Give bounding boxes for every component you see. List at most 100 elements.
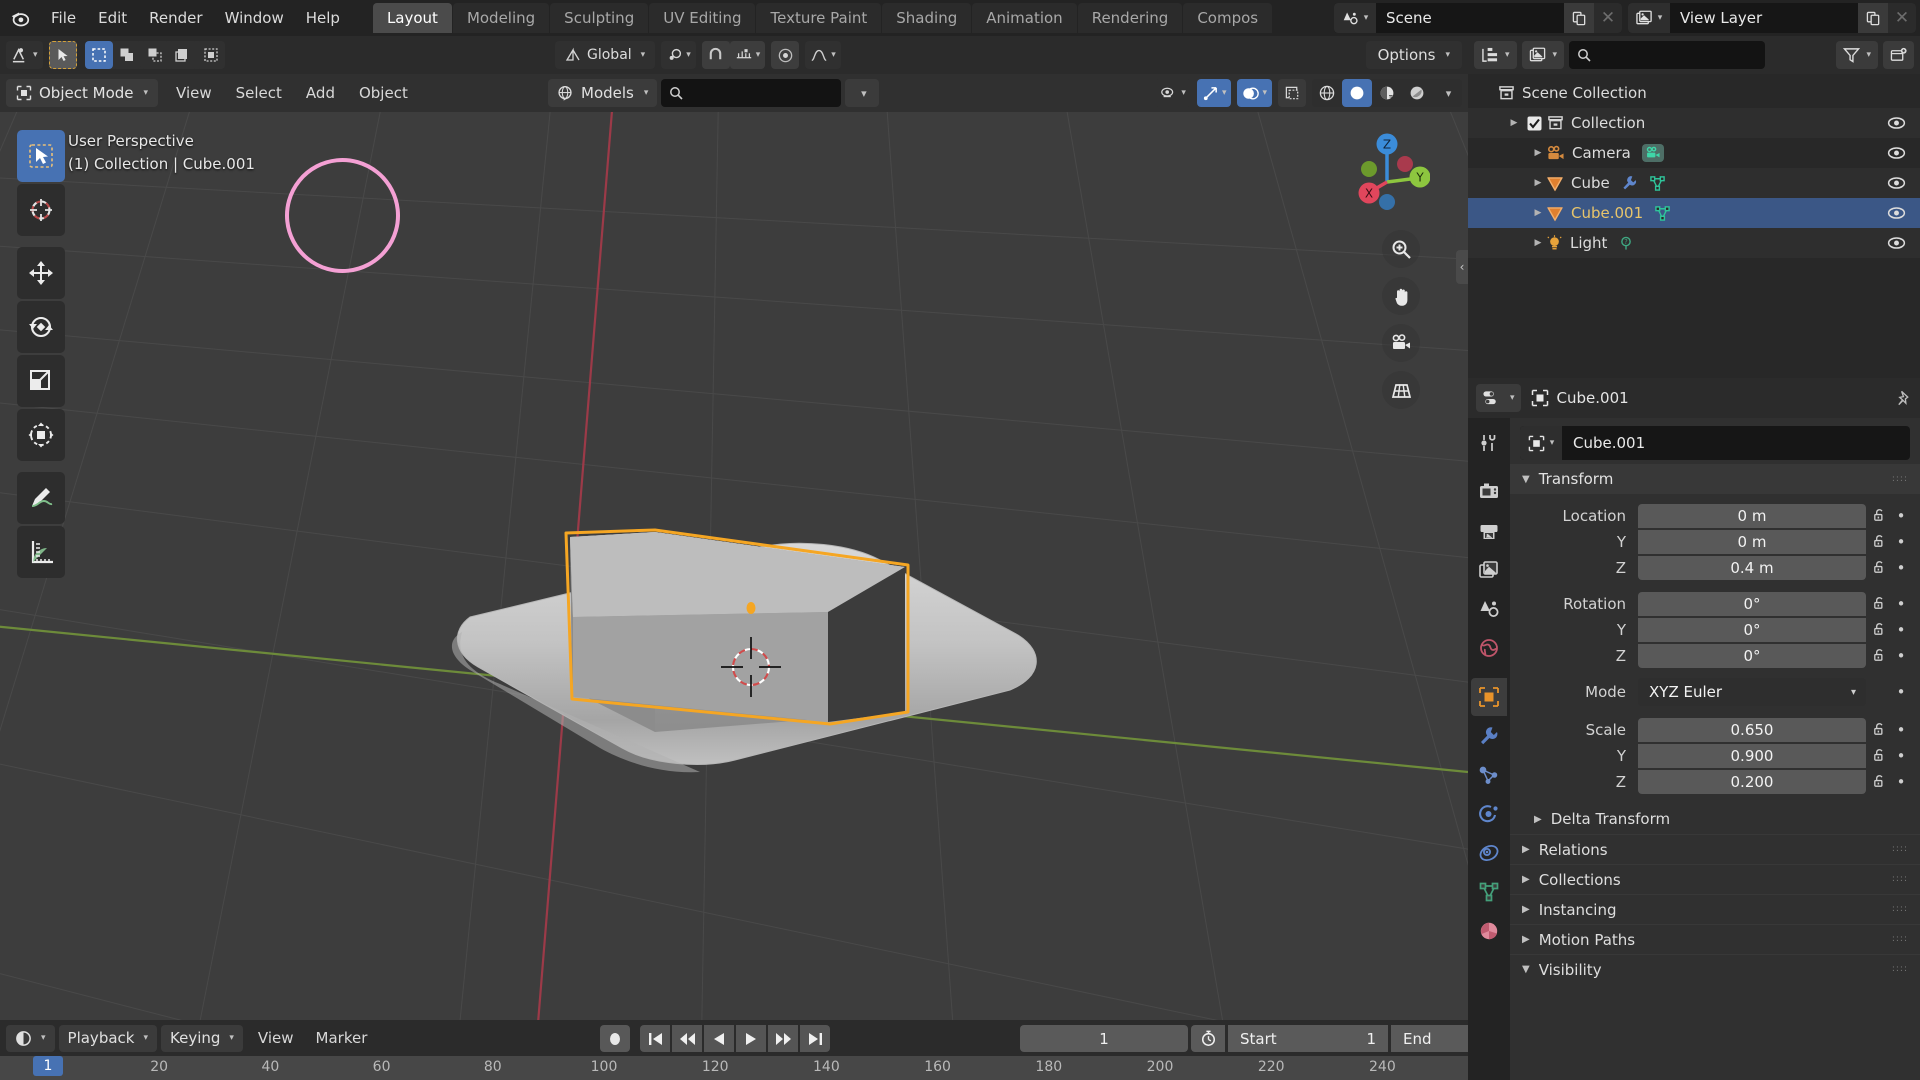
- outliner-row-light[interactable]: ▶ Light?: [1468, 228, 1920, 258]
- rotate-tool[interactable]: [17, 301, 65, 353]
- play-reverse-icon[interactable]: [704, 1025, 734, 1052]
- select-box-icon[interactable]: [84, 41, 113, 69]
- playhead[interactable]: 1: [33, 1056, 63, 1076]
- location-y-field[interactable]: 0 m: [1638, 529, 1866, 554]
- panel-motion-paths[interactable]: ▶ Motion Paths::::: [1510, 924, 1920, 954]
- jump-start-icon[interactable]: [640, 1025, 670, 1052]
- tab-material[interactable]: [1471, 912, 1507, 950]
- lock-icon[interactable]: [1866, 596, 1892, 611]
- tab-constraints[interactable]: [1471, 834, 1507, 872]
- tab-world[interactable]: [1471, 629, 1507, 667]
- panel-instancing[interactable]: ▶ Instancing::::: [1510, 894, 1920, 924]
- select-invert-icon[interactable]: [168, 41, 197, 69]
- overlays-icon[interactable]: ▾: [1237, 79, 1272, 107]
- asset-search-box[interactable]: [661, 79, 842, 107]
- animate-property-dot[interactable]: •: [1892, 621, 1910, 639]
- menu-edit[interactable]: Edit: [87, 5, 138, 31]
- outliner-row-cube[interactable]: ▶ Cube: [1468, 168, 1920, 198]
- menu-render[interactable]: Render: [138, 5, 213, 31]
- viewport-menu-object[interactable]: Object: [347, 79, 420, 107]
- timeline-menu-view[interactable]: View: [247, 1025, 305, 1051]
- scale-x-field[interactable]: 0.650: [1638, 717, 1866, 742]
- pivot-point-icon[interactable]: ▾: [661, 41, 696, 69]
- current-frame-field[interactable]: 1: [1020, 1025, 1188, 1052]
- panel-collections[interactable]: ▶ Collections::::: [1510, 864, 1920, 894]
- lock-icon[interactable]: [1866, 648, 1892, 663]
- tab-particles[interactable]: [1471, 756, 1507, 794]
- panel-relations[interactable]: ▶ Relations::::: [1510, 834, 1920, 864]
- visibility-eye-icon[interactable]: [1887, 146, 1906, 160]
- scene-icon[interactable]: ▾: [1334, 3, 1376, 33]
- view-layer-icon[interactable]: ▾: [1628, 3, 1670, 33]
- xray-icon[interactable]: [1278, 79, 1306, 107]
- outliner-search-box[interactable]: [1569, 41, 1766, 69]
- workspace-tab-texture-paint[interactable]: Texture Paint: [756, 3, 882, 33]
- next-keyframe-icon[interactable]: [768, 1025, 798, 1052]
- stopwatch-icon[interactable]: [1191, 1025, 1225, 1052]
- workspace-tab-uv-editing[interactable]: UV Editing: [649, 3, 756, 33]
- scene-selector[interactable]: ▾ Scene ✕: [1334, 3, 1622, 33]
- 3d-viewport[interactable]: User Perspective (1) Collection | Cube.0…: [0, 112, 1468, 1020]
- workspace-tab-modeling[interactable]: Modeling: [452, 3, 550, 33]
- play-icon[interactable]: [736, 1025, 766, 1052]
- location-x-field[interactable]: 0 m: [1638, 503, 1866, 528]
- tab-modifiers[interactable]: [1471, 717, 1507, 755]
- animate-property-dot[interactable]: •: [1892, 721, 1910, 739]
- move-tool[interactable]: [17, 247, 65, 299]
- viewport-menu-view[interactable]: View: [164, 79, 224, 107]
- outliner-row-camera[interactable]: ▶ Camera: [1468, 138, 1920, 168]
- transform-panel-header[interactable]: ▼ Transform ::::: [1510, 464, 1920, 494]
- animate-property-dot[interactable]: •: [1892, 647, 1910, 665]
- object-visibility-icon[interactable]: ▾: [1155, 79, 1191, 107]
- disclosure-triangle-icon[interactable]: ▶: [1530, 148, 1546, 158]
- annotate-tool[interactable]: [17, 472, 65, 524]
- outliner-row-cube-001[interactable]: ▶ Cube.001: [1468, 198, 1920, 228]
- camera-data-icon[interactable]: [1641, 144, 1664, 162]
- asset-library-select[interactable]: Models ▾: [548, 79, 658, 107]
- scale-tool[interactable]: [17, 355, 65, 407]
- animate-property-dot[interactable]: •: [1892, 559, 1910, 577]
- wireframe-icon[interactable]: [1312, 79, 1342, 107]
- tab-view-layer[interactable]: [1471, 551, 1507, 589]
- transform-tool[interactable]: [17, 409, 65, 461]
- asset-filter-dropdown[interactable]: ▾: [845, 79, 880, 107]
- animate-property-dot[interactable]: •: [1892, 683, 1910, 701]
- view-layer-name[interactable]: View Layer: [1670, 3, 1858, 33]
- select-intersect-icon[interactable]: [196, 41, 225, 69]
- outliner-search-input[interactable]: [1597, 47, 1753, 63]
- falloff-curve-icon[interactable]: ▾: [805, 41, 841, 69]
- jump-end-icon[interactable]: [800, 1025, 830, 1052]
- lock-icon[interactable]: [1866, 722, 1892, 737]
- select-extend-icon[interactable]: [112, 41, 141, 69]
- shading-dropdown-caret[interactable]: ▾: [1432, 79, 1462, 107]
- workspace-tab-sculpting[interactable]: Sculpting: [550, 3, 649, 33]
- select-subtract-icon[interactable]: [140, 41, 169, 69]
- cursor-tool[interactable]: [17, 184, 65, 236]
- light-data-icon[interactable]: ?: [1618, 235, 1634, 251]
- start-frame-field[interactable]: Start 1: [1228, 1025, 1388, 1052]
- tweak-tool[interactable]: [17, 130, 65, 182]
- pan-hand-icon[interactable]: [1382, 277, 1420, 315]
- animate-property-dot[interactable]: •: [1892, 773, 1910, 791]
- visibility-eye-icon[interactable]: [1887, 116, 1906, 130]
- workspace-tab-layout[interactable]: Layout: [372, 3, 452, 33]
- delta-transform-subpanel[interactable]: ▶ Delta Transform: [1510, 804, 1920, 834]
- prev-keyframe-icon[interactable]: [672, 1025, 702, 1052]
- close-scene-icon[interactable]: ✕: [1594, 3, 1622, 33]
- workspace-tab-rendering[interactable]: Rendering: [1077, 3, 1183, 33]
- mesh-data-icon[interactable]: [1649, 175, 1666, 191]
- outliner-display-mode-icon[interactable]: ▾: [1474, 41, 1517, 69]
- record-icon[interactable]: [600, 1025, 630, 1052]
- funnel-icon[interactable]: ▾: [1836, 41, 1878, 69]
- workspace-tab-shading[interactable]: Shading: [882, 3, 972, 33]
- timeline-menu-keying[interactable]: Keying ▾: [161, 1024, 243, 1052]
- snap-increment-icon[interactable]: ▾: [729, 41, 766, 69]
- animate-property-dot[interactable]: •: [1892, 533, 1910, 551]
- filter-id-icon[interactable]: ▾: [1521, 41, 1565, 69]
- editor-type-icon[interactable]: ▾: [6, 41, 43, 69]
- viewport-menu-select[interactable]: Select: [224, 79, 294, 107]
- scale-z-field[interactable]: 0.200: [1638, 769, 1866, 794]
- scene-name[interactable]: Scene: [1376, 3, 1564, 33]
- properties-editor-type[interactable]: ▾: [1476, 384, 1521, 412]
- tab-physics[interactable]: [1471, 795, 1507, 833]
